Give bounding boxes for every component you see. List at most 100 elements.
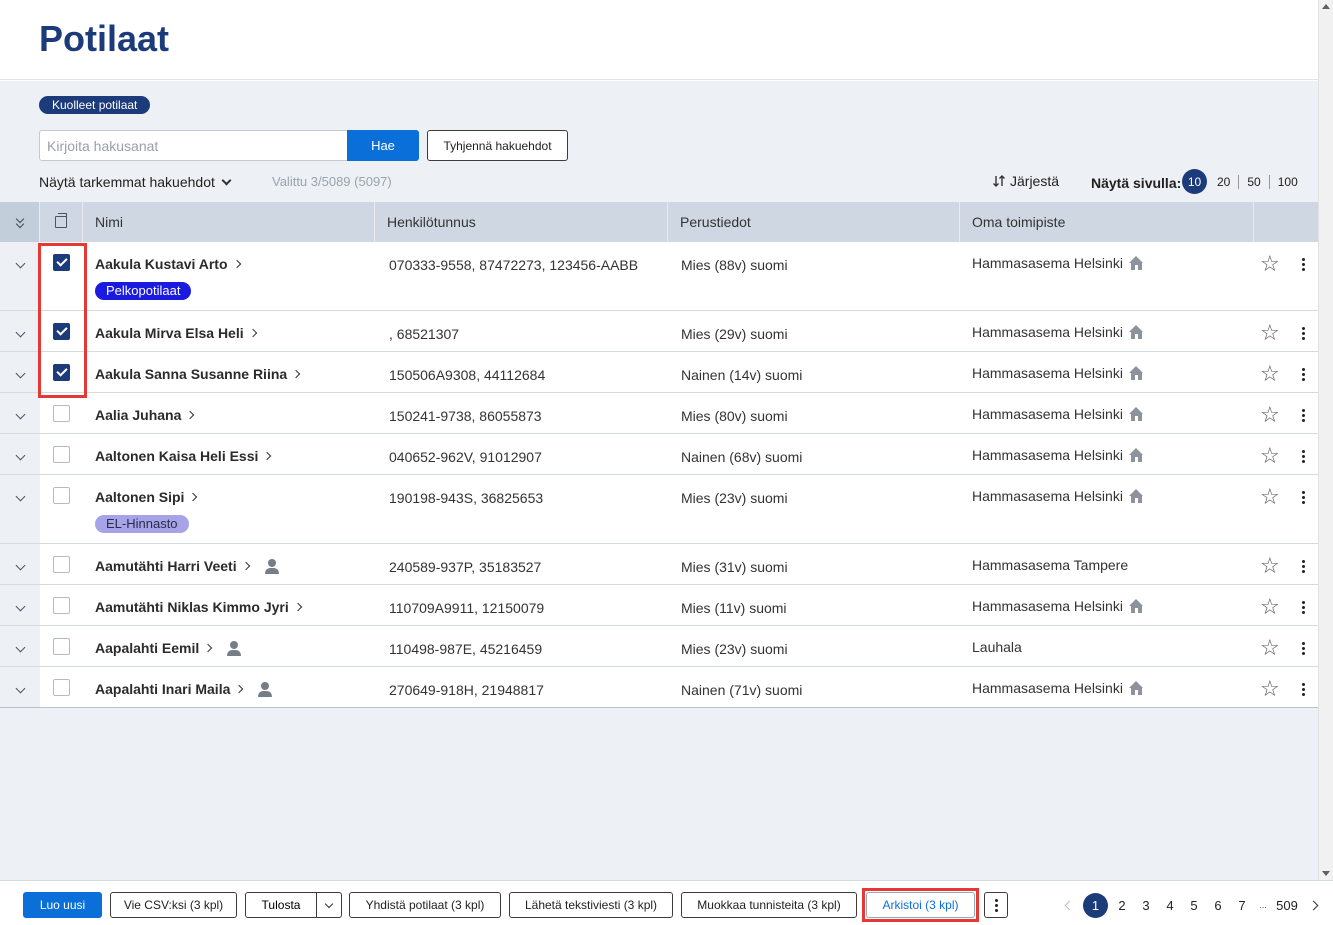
column-header-basic-info[interactable]: Perustiedot xyxy=(668,202,960,242)
row-checkbox[interactable] xyxy=(53,597,70,614)
patient-name-link[interactable]: Aamutähti Niklas Kimmo Jyri xyxy=(95,599,375,615)
row-expand-toggle[interactable] xyxy=(0,393,40,433)
row-expand-toggle[interactable] xyxy=(0,434,40,474)
patient-name-link[interactable]: Aalia Juhana xyxy=(95,407,375,423)
row-checkbox[interactable] xyxy=(53,679,70,696)
star-icon[interactable]: ☆ xyxy=(1260,445,1280,467)
row-checkbox[interactable] xyxy=(53,254,70,271)
row-more-icon[interactable] xyxy=(1302,446,1305,463)
row-more-icon[interactable] xyxy=(1302,323,1305,340)
table-row[interactable]: Aakula Mirva Elsa Heli , 68521307 Mies (29… xyxy=(0,311,1318,352)
page-5[interactable]: 5 xyxy=(1182,898,1206,913)
patient-name-link[interactable]: Aaltonen Sipi xyxy=(95,489,375,505)
row-more-icon[interactable] xyxy=(1302,679,1305,696)
page-7[interactable]: 7 xyxy=(1230,898,1254,913)
table-row[interactable]: Aapalahti Eemil 110498-987E, 45216459 Mies… xyxy=(0,626,1318,667)
table-row[interactable]: Aalia Juhana 150241-9738, 86055873 Mies (8… xyxy=(0,393,1318,434)
table-row[interactable]: Aapalahti Inari Maila 270649-918H, 219488… xyxy=(0,667,1318,708)
sort-button[interactable]: Järjestä xyxy=(991,173,1059,189)
print-button[interactable]: Tulosta xyxy=(245,892,317,918)
table-row[interactable]: Aaltonen Sipi EL-Hinnasto 190198-943S, 368… xyxy=(0,475,1318,544)
row-checkbox[interactable] xyxy=(53,405,70,422)
page-4[interactable]: 4 xyxy=(1158,898,1182,913)
row-checkbox[interactable] xyxy=(53,364,70,381)
per-page-option-20[interactable]: 20 xyxy=(1209,175,1238,189)
patient-name-link[interactable]: Aakula Mirva Elsa Heli xyxy=(95,325,375,341)
row-checkbox[interactable] xyxy=(53,487,70,504)
sort-label: Järjestä xyxy=(1010,173,1060,189)
table-row[interactable]: Aaltonen Kaisa Heli Essi 040652-962V, 910… xyxy=(0,434,1318,475)
page-last[interactable]: 509 xyxy=(1272,898,1302,913)
page-2[interactable]: 2 xyxy=(1110,898,1134,913)
table-row[interactable]: Aamutähti Niklas Kimmo Jyri 110709A9911, … xyxy=(0,585,1318,626)
more-actions-button[interactable] xyxy=(984,892,1008,918)
row-expand-toggle[interactable] xyxy=(0,667,40,707)
star-icon[interactable]: ☆ xyxy=(1260,596,1280,618)
expand-all-toggle[interactable] xyxy=(0,202,40,242)
patient-name-link[interactable]: Aaltonen Kaisa Heli Essi xyxy=(95,448,375,464)
star-icon[interactable]: ☆ xyxy=(1260,637,1280,659)
row-expand-toggle[interactable] xyxy=(0,352,40,392)
star-icon[interactable]: ☆ xyxy=(1260,486,1280,508)
chevron-down-icon xyxy=(15,409,25,420)
column-header-name[interactable]: Nimi xyxy=(83,202,375,242)
column-header-office[interactable]: Oma toimipiste xyxy=(960,202,1254,242)
row-checkbox[interactable] xyxy=(53,556,70,573)
advanced-search-toggle[interactable]: Näytä tarkemmat hakuehdot xyxy=(39,174,232,190)
row-expand-toggle[interactable] xyxy=(0,242,40,310)
star-icon[interactable]: ☆ xyxy=(1260,555,1280,577)
table-row[interactable]: Aakula Kustavi Arto Pelkopotilaat 070333-9… xyxy=(0,242,1318,311)
star-icon[interactable]: ☆ xyxy=(1260,363,1280,385)
row-expand-toggle[interactable] xyxy=(0,475,40,543)
merge-patients-button[interactable]: Yhdistä potilaat (3 kpl) xyxy=(349,892,501,918)
deceased-patients-filter[interactable]: Kuolleet potilaat xyxy=(39,96,151,114)
row-more-icon[interactable] xyxy=(1302,254,1305,271)
patient-name-link[interactable]: Aamutähti Harri Veeti xyxy=(95,558,375,574)
row-checkbox[interactable] xyxy=(53,638,70,655)
patient-name-link[interactable]: Aapalahti Eemil xyxy=(95,640,375,656)
row-more-icon[interactable] xyxy=(1302,638,1305,655)
row-more-icon[interactable] xyxy=(1302,364,1305,381)
page-3[interactable]: 3 xyxy=(1134,898,1158,913)
send-sms-button[interactable]: Lähetä tekstiviesti (3 kpl) xyxy=(509,892,673,918)
row-expand-toggle[interactable] xyxy=(0,585,40,625)
clear-filters-button[interactable]: Tyhjennä hakuehdot xyxy=(427,130,568,161)
row-expand-toggle[interactable] xyxy=(0,311,40,351)
search-input[interactable] xyxy=(39,130,348,161)
select-all-checkbox[interactable] xyxy=(40,202,83,242)
per-page-option-50[interactable]: 50 xyxy=(1238,174,1268,189)
row-expand-toggle[interactable] xyxy=(0,626,40,666)
per-page-option-100[interactable]: 100 xyxy=(1268,174,1306,189)
previous-page-icon[interactable] xyxy=(1064,900,1075,910)
scroll-up-arrow-icon[interactable] xyxy=(1322,4,1330,9)
create-new-button[interactable]: Luo uusi xyxy=(23,892,102,918)
export-csv-button[interactable]: Vie CSV:ksi (3 kpl) xyxy=(110,892,237,918)
vertical-scrollbar[interactable] xyxy=(1318,0,1333,880)
row-more-icon[interactable] xyxy=(1302,405,1305,422)
page-current[interactable]: 1 xyxy=(1083,892,1108,918)
row-expand-toggle[interactable] xyxy=(0,544,40,584)
patient-name-link[interactable]: Aakula Sanna Susanne Riina xyxy=(95,366,375,382)
row-more-icon[interactable] xyxy=(1302,556,1305,573)
row-more-icon[interactable] xyxy=(1302,597,1305,614)
row-more-icon[interactable] xyxy=(1302,487,1305,504)
table-row[interactable]: Aamutähti Harri Veeti 240589-937P, 351835… xyxy=(0,544,1318,585)
print-options-dropdown[interactable] xyxy=(317,892,342,918)
patient-name-link[interactable]: Aapalahti Inari Maila xyxy=(95,681,375,697)
table-row[interactable]: Aakula Sanna Susanne Riina 150506A9308, 4… xyxy=(0,352,1318,393)
row-checkbox[interactable] xyxy=(53,323,70,340)
column-header-ssn[interactable]: Henkilötunnus xyxy=(375,202,668,242)
star-icon[interactable]: ☆ xyxy=(1260,404,1280,426)
star-icon[interactable]: ☆ xyxy=(1260,253,1280,275)
row-checkbox[interactable] xyxy=(53,446,70,463)
star-icon[interactable]: ☆ xyxy=(1260,678,1280,700)
scroll-down-arrow-icon[interactable] xyxy=(1322,871,1330,876)
patient-name-link[interactable]: Aakula Kustavi Arto xyxy=(95,256,375,272)
page-6[interactable]: 6 xyxy=(1206,898,1230,913)
archive-button[interactable]: Arkistoi (3 kpl) xyxy=(866,892,975,918)
search-button[interactable]: Hae xyxy=(347,130,419,161)
edit-tags-button[interactable]: Muokkaa tunnisteita (3 kpl) xyxy=(681,892,857,918)
per-page-option-10[interactable]: 10 xyxy=(1182,169,1207,194)
next-page-icon[interactable] xyxy=(1308,900,1319,910)
star-icon[interactable]: ☆ xyxy=(1260,322,1280,344)
